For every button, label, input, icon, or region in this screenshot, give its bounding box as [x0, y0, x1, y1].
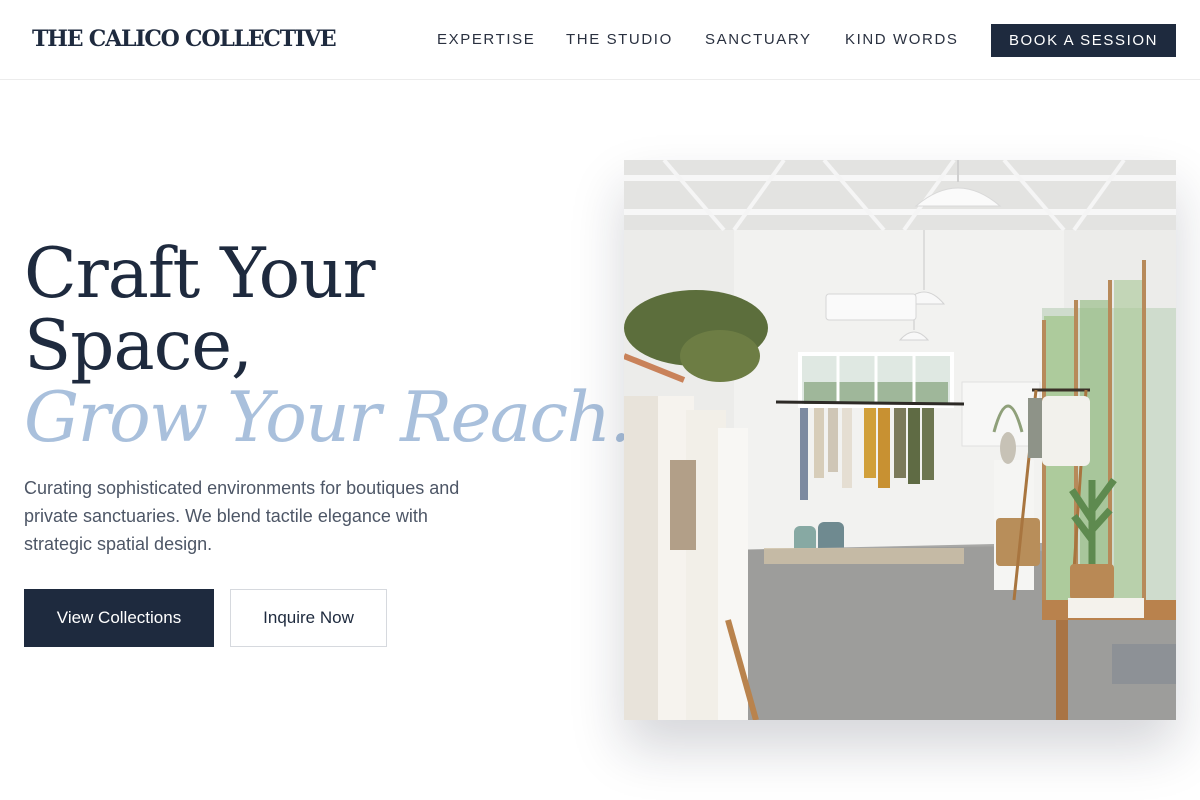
hero-title-line-2: Space,	[24, 306, 253, 386]
nav-link-expertise[interactable]: EXPERTISE	[437, 31, 535, 48]
site-header: THE CALICO COLLECTIVE EXPERTISE THE STUD…	[0, 0, 1200, 80]
inquire-now-button[interactable]: Inquire Now	[230, 589, 387, 647]
hero-title: Craft Your Space, Grow Your Reach.	[24, 234, 632, 458]
brand-logo[interactable]: THE CALICO COLLECTIVE	[32, 26, 337, 52]
nav-link-kind-words[interactable]: KIND WORDS	[845, 31, 959, 48]
view-collections-button[interactable]: View Collections	[24, 589, 214, 647]
nav-link-the-studio[interactable]: THE STUDIO	[566, 31, 673, 48]
hero-title-accent: Grow Your Reach.	[24, 378, 632, 458]
nav-link-sanctuary[interactable]: SANCTUARY	[705, 31, 812, 48]
book-session-button[interactable]: BOOK A SESSION	[991, 24, 1176, 57]
boutique-interior-image	[624, 160, 1176, 720]
boutique-interior-illustration	[624, 160, 1176, 720]
hero-title-line-1: Craft Your	[24, 234, 376, 314]
hero-description: Curating sophisticated environments for …	[24, 478, 460, 554]
